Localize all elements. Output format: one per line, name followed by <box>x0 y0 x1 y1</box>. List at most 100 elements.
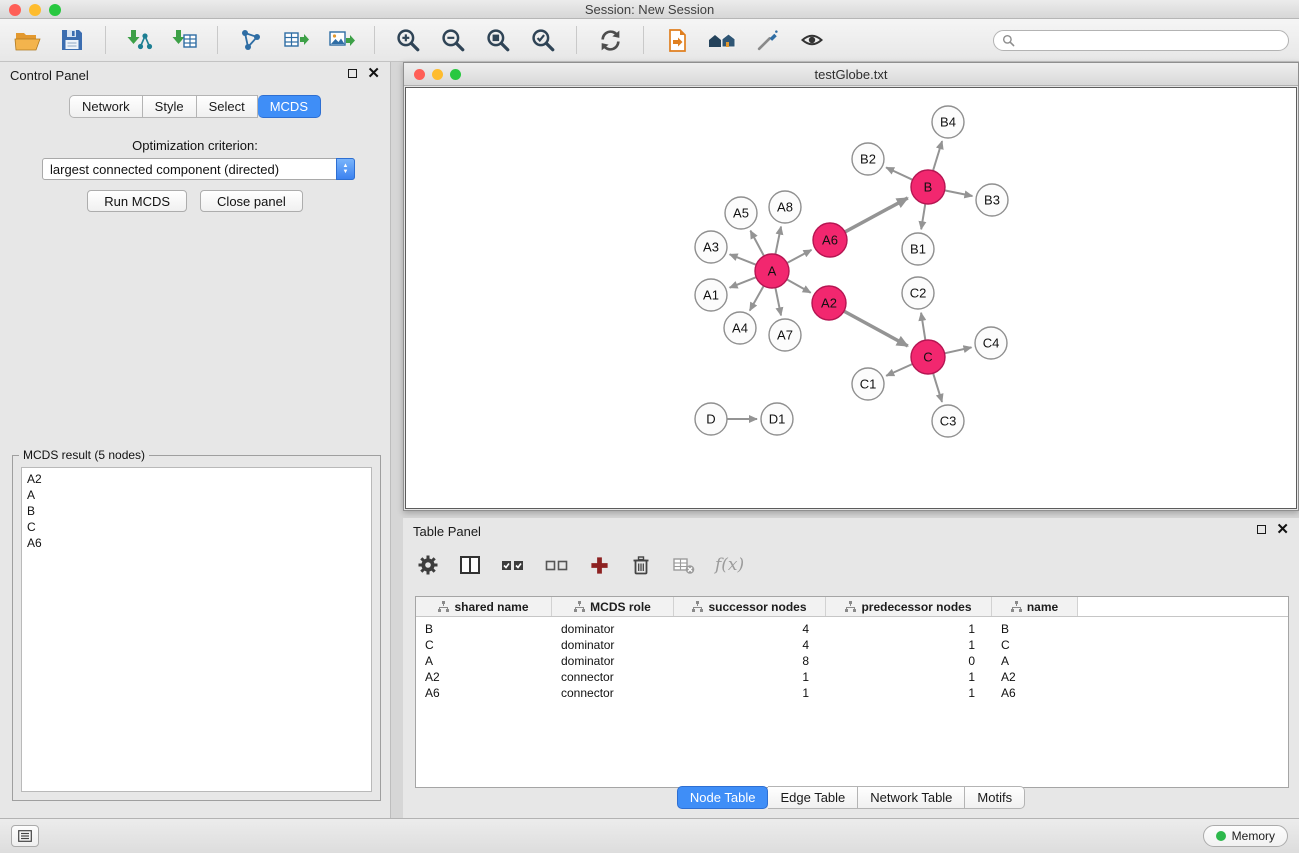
mcds-result-item[interactable]: A6 <box>22 535 371 551</box>
graph-node-A5[interactable]: A5 <box>725 197 757 229</box>
close-panel-icon[interactable]: ✕ <box>367 68 380 79</box>
table-row[interactable]: A6connector11A6 <box>416 685 1288 701</box>
graph-node-A2[interactable]: A2 <box>812 286 846 320</box>
deselect-all-button[interactable] <box>545 556 569 574</box>
export-image-button[interactable] <box>326 25 356 55</box>
graph-node-B2[interactable]: B2 <box>852 143 884 175</box>
refresh-button[interactable] <box>595 25 625 55</box>
graph-edge-B-B1[interactable] <box>921 204 925 229</box>
show-details-button[interactable] <box>797 25 827 55</box>
graph-edge-C-C4[interactable] <box>945 347 972 353</box>
graph-edge-A-A6[interactable] <box>787 250 811 263</box>
close-panel-button[interactable]: Close panel <box>200 190 303 212</box>
minimize-network-window-button[interactable] <box>432 69 443 80</box>
graph-edge-A2-C[interactable] <box>844 311 908 346</box>
graph-edge-B-B4[interactable] <box>933 141 942 171</box>
zoom-in-button[interactable] <box>393 25 423 55</box>
tab-motifs[interactable]: Motifs <box>965 786 1025 809</box>
column-header-successor-nodes[interactable]: successor nodes <box>674 597 826 616</box>
graph-node-C3[interactable]: C3 <box>932 405 964 437</box>
graph-edge-A-A8[interactable] <box>775 227 781 255</box>
graph-edge-C-C3[interactable] <box>933 373 942 402</box>
graph-node-D1[interactable]: D1 <box>761 403 793 435</box>
wand-button[interactable] <box>752 25 782 55</box>
document-button[interactable] <box>662 25 692 55</box>
close-network-window-button[interactable] <box>414 69 425 80</box>
graph-edge-C-C1[interactable] <box>886 364 912 376</box>
network-canvas[interactable]: B4B2BB3A5A8A6B1A3AC2A1A2A4A7C1CC4C3DD1 <box>405 87 1297 509</box>
tab-node-table[interactable]: Node Table <box>677 786 769 809</box>
minimize-window-button[interactable] <box>29 4 41 16</box>
table-row[interactable]: A2connector11A2 <box>416 669 1288 685</box>
mcds-result-item[interactable]: B <box>22 503 371 519</box>
column-header-shared-name[interactable]: shared name <box>416 597 552 616</box>
float-table-panel-icon[interactable] <box>1257 525 1266 534</box>
table-row[interactable]: Adominator80A <box>416 653 1288 669</box>
tab-network-table[interactable]: Network Table <box>858 786 965 809</box>
column-header-name[interactable]: name <box>992 597 1078 616</box>
zoom-selected-button[interactable] <box>528 25 558 55</box>
task-history-button[interactable] <box>11 825 39 847</box>
optimization-criterion-select[interactable]: largest connected component (directed) ▲… <box>42 158 355 180</box>
graph-node-A4[interactable]: A4 <box>724 312 756 344</box>
graph-node-B3[interactable]: B3 <box>976 184 1008 216</box>
tab-mcds[interactable]: MCDS <box>258 95 321 118</box>
tab-style[interactable]: Style <box>143 95 197 118</box>
graph-node-B[interactable]: B <box>911 170 945 204</box>
column-header-mcds-role[interactable]: MCDS role <box>552 597 674 616</box>
graph-edge-B-B3[interactable] <box>945 190 973 196</box>
tab-network[interactable]: Network <box>69 95 143 118</box>
home-button[interactable] <box>707 25 737 55</box>
graph-edge-B-B2[interactable] <box>886 167 912 179</box>
graph-edge-A-A1[interactable] <box>730 277 757 287</box>
graph-edge-A6-B[interactable] <box>845 198 908 232</box>
column-header-predecessor-nodes[interactable]: predecessor nodes <box>826 597 992 616</box>
new-network-button[interactable] <box>236 25 266 55</box>
save-session-button[interactable] <box>57 25 87 55</box>
delete-column-button[interactable] <box>630 554 652 576</box>
graph-node-C4[interactable]: C4 <box>975 327 1007 359</box>
open-session-button[interactable] <box>12 25 42 55</box>
mcds-result-item[interactable]: A2 <box>22 471 371 487</box>
graph-edge-C-C2[interactable] <box>921 313 925 340</box>
graph-node-B1[interactable]: B1 <box>902 233 934 265</box>
tab-edge-table[interactable]: Edge Table <box>768 786 858 809</box>
table-settings-button[interactable] <box>417 554 439 576</box>
import-table-button[interactable] <box>169 25 199 55</box>
graph-edge-A-A4[interactable] <box>750 286 764 311</box>
function-builder-button[interactable]: f(x) <box>715 555 744 575</box>
mcds-result-item[interactable]: C <box>22 519 371 535</box>
column-visibility-button[interactable] <box>459 555 481 575</box>
mcds-result-list[interactable]: A2ABCA6 <box>21 467 372 792</box>
zoom-out-button[interactable] <box>438 25 468 55</box>
tab-select[interactable]: Select <box>197 95 258 118</box>
zoom-window-button[interactable] <box>49 4 61 16</box>
table-row[interactable]: Bdominator41B <box>416 621 1288 637</box>
graph-node-A8[interactable]: A8 <box>769 191 801 223</box>
graph-node-C2[interactable]: C2 <box>902 277 934 309</box>
graph-edge-A-A5[interactable] <box>750 231 764 256</box>
graph-node-A1[interactable]: A1 <box>695 279 727 311</box>
run-mcds-button[interactable]: Run MCDS <box>87 190 187 212</box>
graph-node-C[interactable]: C <box>911 340 945 374</box>
table-row[interactable]: Cdominator41C <box>416 637 1288 653</box>
memory-button[interactable]: Memory <box>1203 825 1288 847</box>
graph-node-A[interactable]: A <box>755 254 789 288</box>
graph-edge-A-A3[interactable] <box>730 254 757 264</box>
graph-node-A3[interactable]: A3 <box>695 231 727 263</box>
graph-node-C1[interactable]: C1 <box>852 368 884 400</box>
import-network-button[interactable] <box>124 25 154 55</box>
export-table-button[interactable] <box>281 25 311 55</box>
close-table-panel-icon[interactable]: ✕ <box>1276 524 1289 535</box>
graph-node-B4[interactable]: B4 <box>932 106 964 138</box>
graph-node-A7[interactable]: A7 <box>769 319 801 351</box>
graph-node-A6[interactable]: A6 <box>813 223 847 257</box>
graph-edge-A-A7[interactable] <box>775 288 781 316</box>
zoom-fit-button[interactable] <box>483 25 513 55</box>
graph-edge-A-A2[interactable] <box>787 279 811 292</box>
mcds-result-item[interactable]: A <box>22 487 371 503</box>
zoom-network-window-button[interactable] <box>450 69 461 80</box>
add-column-button[interactable] <box>589 555 610 576</box>
search-input[interactable] <box>1020 33 1280 47</box>
select-all-button[interactable] <box>501 556 525 574</box>
